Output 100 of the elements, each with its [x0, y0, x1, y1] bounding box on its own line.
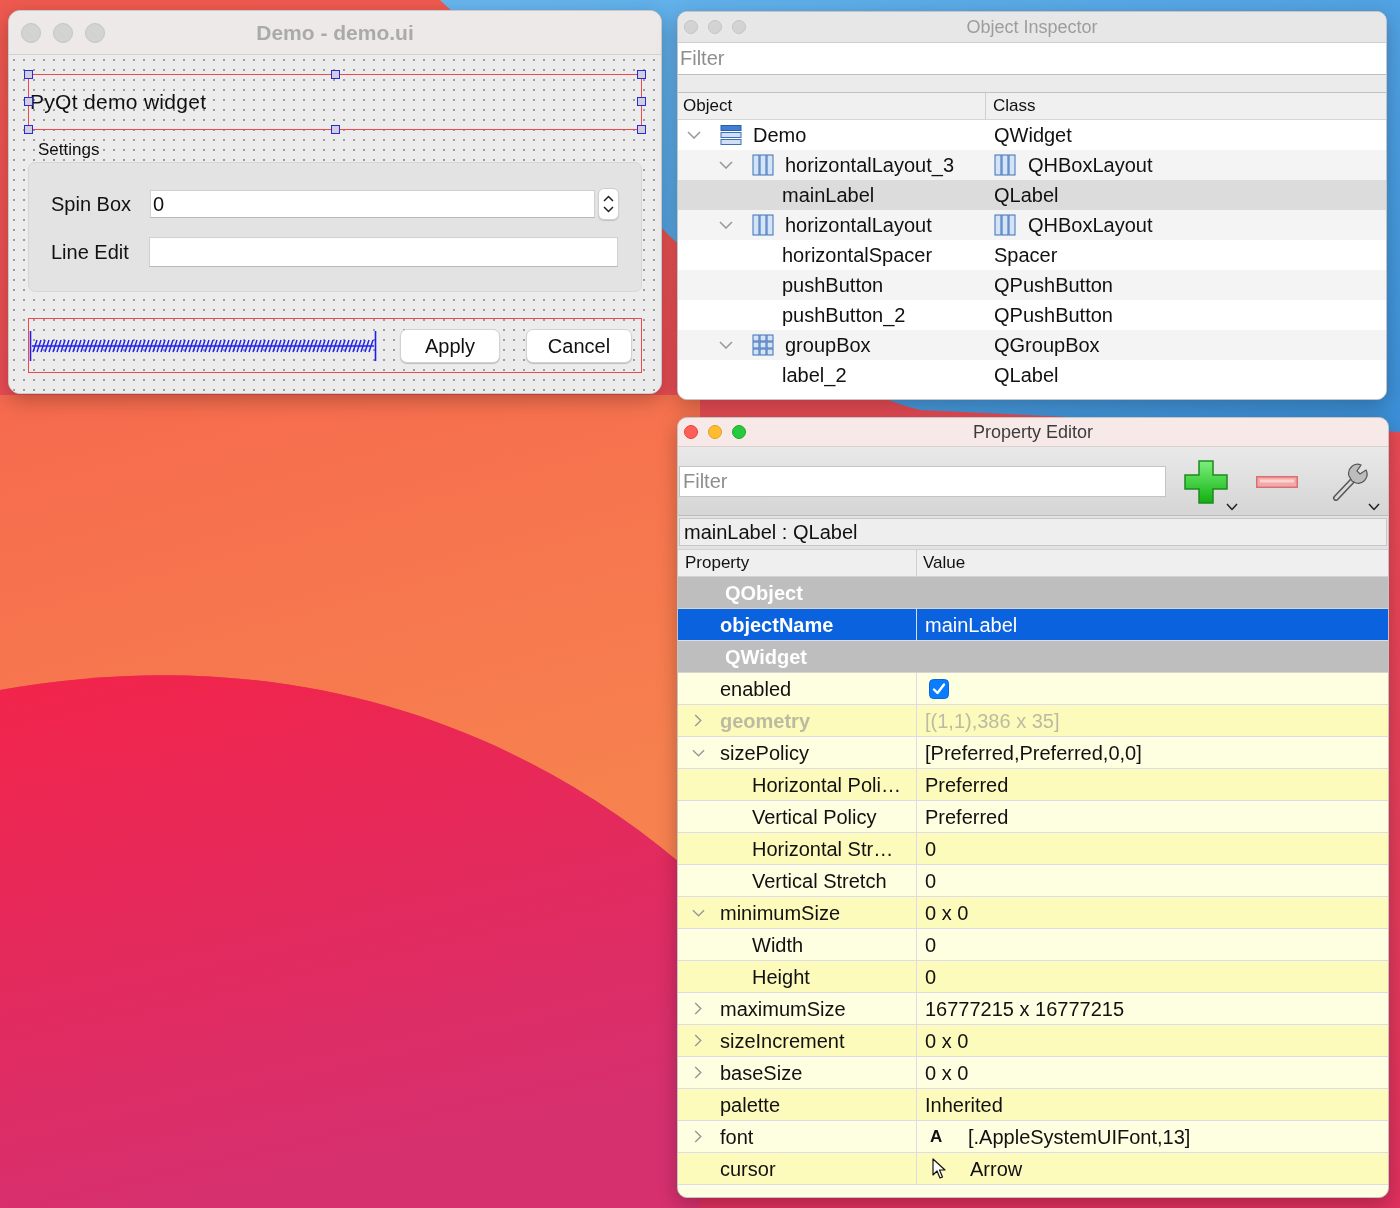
settings-button[interactable] — [1332, 463, 1380, 513]
property-group-header: QWidget — [678, 641, 1388, 673]
chevron-right-icon[interactable] — [694, 1130, 702, 1143]
zoom-button[interactable] — [85, 22, 105, 43]
resize-handle[interactable] — [331, 125, 340, 134]
minimize-button[interactable] — [708, 20, 722, 34]
property-value: 0 x 0 — [924, 900, 969, 926]
window-title: Object Inspector — [966, 15, 1098, 39]
tree-row[interactable]: pushButton QPushButton — [678, 270, 1386, 300]
property-row[interactable]: maximumSize 16777215 x 16777215 — [678, 993, 1388, 1025]
property-row[interactable]: minimumSize 0 x 0 — [678, 897, 1388, 929]
column-header[interactable]: Value — [917, 549, 1388, 577]
chevron-right-icon[interactable] — [694, 1034, 702, 1047]
object-name: horizontalLayout_3 — [785, 153, 954, 179]
property-row[interactable]: sizeIncrement 0 x 0 — [678, 1025, 1388, 1057]
close-button[interactable] — [684, 20, 698, 34]
property-row[interactable]: font A [.AppleSystemUIFont,13] — [678, 1121, 1388, 1153]
chevron-down-icon[interactable] — [691, 908, 705, 917]
property-name: palette — [720, 1092, 781, 1118]
group-box-title: Settings — [37, 140, 101, 160]
property-row[interactable]: enabled — [678, 673, 1388, 705]
wrench-icon — [1332, 463, 1368, 501]
filter-field[interactable]: Filter — [678, 43, 1386, 75]
resize-handle[interactable] — [24, 97, 33, 106]
property-row[interactable]: Vertical Policy Preferred — [678, 801, 1388, 833]
property-value: 16777215 x 16777215 — [924, 996, 1125, 1022]
class-name: QGroupBox — [994, 333, 1100, 358]
tree-row[interactable]: groupBox QGroupBox — [678, 330, 1386, 360]
close-button[interactable] — [21, 22, 41, 43]
property-row[interactable]: cursor Arrow — [678, 1153, 1388, 1185]
chevron-right-icon[interactable] — [694, 1002, 702, 1015]
zoom-button[interactable] — [732, 425, 746, 439]
property-name: Horizontal Poli… — [752, 772, 901, 798]
resize-handle[interactable] — [24, 70, 33, 79]
property-value: Preferred — [924, 772, 1009, 798]
chevron-down-icon[interactable] — [719, 341, 733, 349]
window-title: Demo - demo.ui — [256, 19, 414, 46]
object-name: horizontalSpacer — [782, 243, 933, 268]
chevron-down-icon[interactable] — [719, 161, 733, 169]
push-button[interactable]: Cancel — [526, 328, 632, 363]
property-value: [.AppleSystemUIFont,13] — [968, 1124, 1191, 1150]
main-label[interactable]: PyQt demo widget — [29, 86, 207, 118]
property-row[interactable]: Width 0 — [678, 929, 1388, 961]
property-row[interactable]: Vertical Stretch 0 — [678, 865, 1388, 897]
object-name: Demo — [753, 123, 807, 148]
line-edit-field[interactable] — [149, 237, 618, 267]
columns-icon — [752, 154, 774, 176]
font-preview: A — [930, 1125, 944, 1148]
tree-row[interactable]: mainLabel QLabel — [678, 180, 1386, 210]
chevron-up-icon — [603, 195, 614, 202]
checkbox[interactable] — [929, 678, 949, 699]
add-button[interactable] — [1184, 460, 1238, 512]
plus-icon — [1184, 460, 1228, 504]
property-value: mainLabel — [924, 612, 1018, 638]
column-header[interactable]: Property — [678, 549, 917, 577]
resize-handle[interactable] — [637, 70, 646, 79]
resize-handle[interactable] — [24, 125, 33, 134]
stepper-button[interactable] — [598, 188, 619, 220]
property-name: Vertical Policy — [752, 804, 877, 830]
object-name: groupBox — [785, 333, 871, 358]
minimize-button[interactable] — [53, 22, 73, 43]
chevron-down-icon[interactable] — [719, 221, 733, 229]
zoom-button[interactable] — [732, 20, 746, 34]
minus-icon — [1256, 476, 1298, 488]
chevron-down-icon[interactable] — [687, 131, 701, 139]
columns-icon — [994, 214, 1016, 236]
property-row[interactable]: objectName mainLabel — [678, 609, 1388, 641]
class-name: QLabel — [994, 183, 1059, 208]
class-name: QHBoxLayout — [1028, 213, 1153, 238]
tree-row[interactable]: horizontalLayout QHBoxLayout — [678, 210, 1386, 240]
property-row[interactable]: baseSize 0 x 0 — [678, 1057, 1388, 1089]
tree-row[interactable]: horizontalLayout_3 QHBoxLayout — [678, 150, 1386, 180]
class-name: QLabel — [994, 363, 1059, 388]
close-button[interactable] — [684, 425, 698, 439]
filter-field[interactable]: Filter — [679, 466, 1166, 497]
column-header[interactable]: Object — [678, 93, 986, 120]
property-group-header: QObject — [678, 577, 1388, 609]
column-header[interactable]: Class — [986, 93, 1386, 120]
chevron-down-icon[interactable] — [691, 748, 705, 757]
object-name: pushButton_2 — [782, 303, 906, 329]
resize-handle[interactable] — [637, 97, 646, 106]
property-row[interactable]: palette Inherited — [678, 1089, 1388, 1121]
caret-icon — [1226, 503, 1238, 511]
minimize-button[interactable] — [708, 425, 722, 439]
class-name: Spacer — [994, 243, 1058, 268]
property-row[interactable]: Horizontal Str… 0 — [678, 833, 1388, 865]
resize-handle[interactable] — [637, 125, 646, 134]
selected-object-label: mainLabel : QLabel — [679, 518, 1387, 546]
spin-box-field[interactable]: 0 — [150, 190, 595, 218]
property-row[interactable]: Horizontal Poli… Preferred — [678, 769, 1388, 801]
property-name: baseSize — [720, 1060, 803, 1086]
resize-handle[interactable] — [331, 70, 340, 79]
property-row[interactable]: Height 0 — [678, 961, 1388, 993]
chevron-right-icon[interactable] — [694, 1066, 702, 1079]
push-button[interactable]: Apply — [400, 328, 500, 363]
property-row[interactable]: sizePolicy [Preferred,Preferred,0,0] — [678, 737, 1388, 769]
property-value: 0 x 0 — [924, 1028, 969, 1054]
property-value: [Preferred,Preferred,0,0] — [924, 740, 1142, 766]
caret-icon — [1368, 503, 1380, 511]
property-name: cursor — [720, 1156, 776, 1182]
